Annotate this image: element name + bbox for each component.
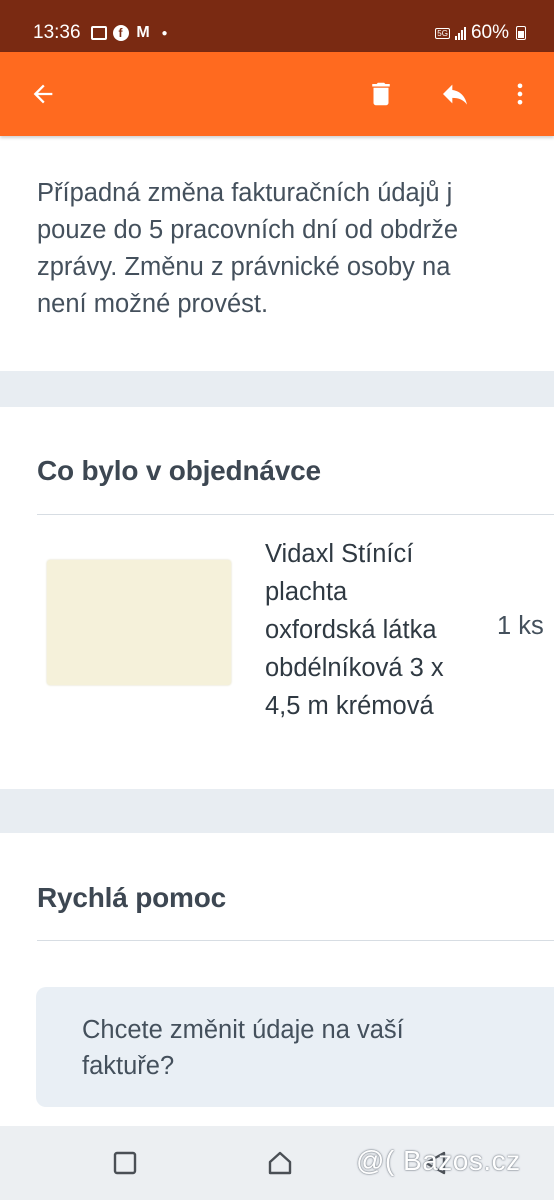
notice-line: není možné provést. xyxy=(37,290,269,318)
recent-apps-icon[interactable] xyxy=(95,1126,155,1200)
product-name[interactable]: Vidaxl Stínící plachta oxfordská látka o… xyxy=(265,535,485,725)
order-heading: Co bylo v objednávce xyxy=(37,455,321,486)
help-card-line: faktuře? xyxy=(82,1052,175,1080)
change-invoice-card[interactable]: Chcete změnit údaje na vaší faktuře? xyxy=(36,987,554,1107)
help-card-text: Chcete změnit údaje na vaší faktuře? xyxy=(82,1012,502,1084)
product-name-line: plachta xyxy=(265,578,348,606)
battery-icon xyxy=(516,26,526,40)
dot-icon: ● xyxy=(161,27,168,39)
app-toolbar xyxy=(0,52,554,136)
status-time: 13:36 xyxy=(33,22,81,43)
product-quantity: 1 ks xyxy=(497,612,544,640)
product-image[interactable] xyxy=(47,560,231,685)
signal-icon xyxy=(454,26,466,40)
notice-line: zprávy. Změnu z právnické osoby na xyxy=(37,253,451,281)
product-name-line: obdélníková 3 x xyxy=(265,654,444,682)
section-divider xyxy=(0,789,554,833)
product-name-line: oxfordská látka xyxy=(265,616,437,644)
network-type: 5G xyxy=(435,27,450,39)
divider-line xyxy=(37,514,554,515)
billing-change-notice: Případná změna fakturačních údajů j pouz… xyxy=(37,175,554,323)
home-icon[interactable] xyxy=(250,1126,310,1200)
product-name-line: Vidaxl Stínící xyxy=(265,540,414,568)
back-arrow-icon[interactable] xyxy=(18,52,68,136)
section-divider xyxy=(0,371,554,407)
watermark: @( Bazos.cz xyxy=(356,1145,521,1176)
divider-line xyxy=(37,940,554,941)
gmail-icon: M xyxy=(136,24,150,41)
trash-icon[interactable] xyxy=(356,52,406,136)
notice-line: Případná změna fakturačních údajů j xyxy=(37,179,453,207)
product-name-line: 4,5 m krémová xyxy=(265,692,434,720)
help-heading: Rychlá pomoc xyxy=(37,882,226,913)
reply-icon[interactable] xyxy=(430,52,480,136)
gallery-icon xyxy=(90,26,107,40)
facebook-icon: f xyxy=(112,25,129,41)
notice-line: pouze do 5 pracovních dní od obdrže xyxy=(37,216,459,244)
help-card-line: Chcete změnit údaje na vaší xyxy=(82,1016,404,1044)
more-vertical-icon[interactable] xyxy=(495,52,545,136)
battery-percent: 60% xyxy=(470,22,509,43)
